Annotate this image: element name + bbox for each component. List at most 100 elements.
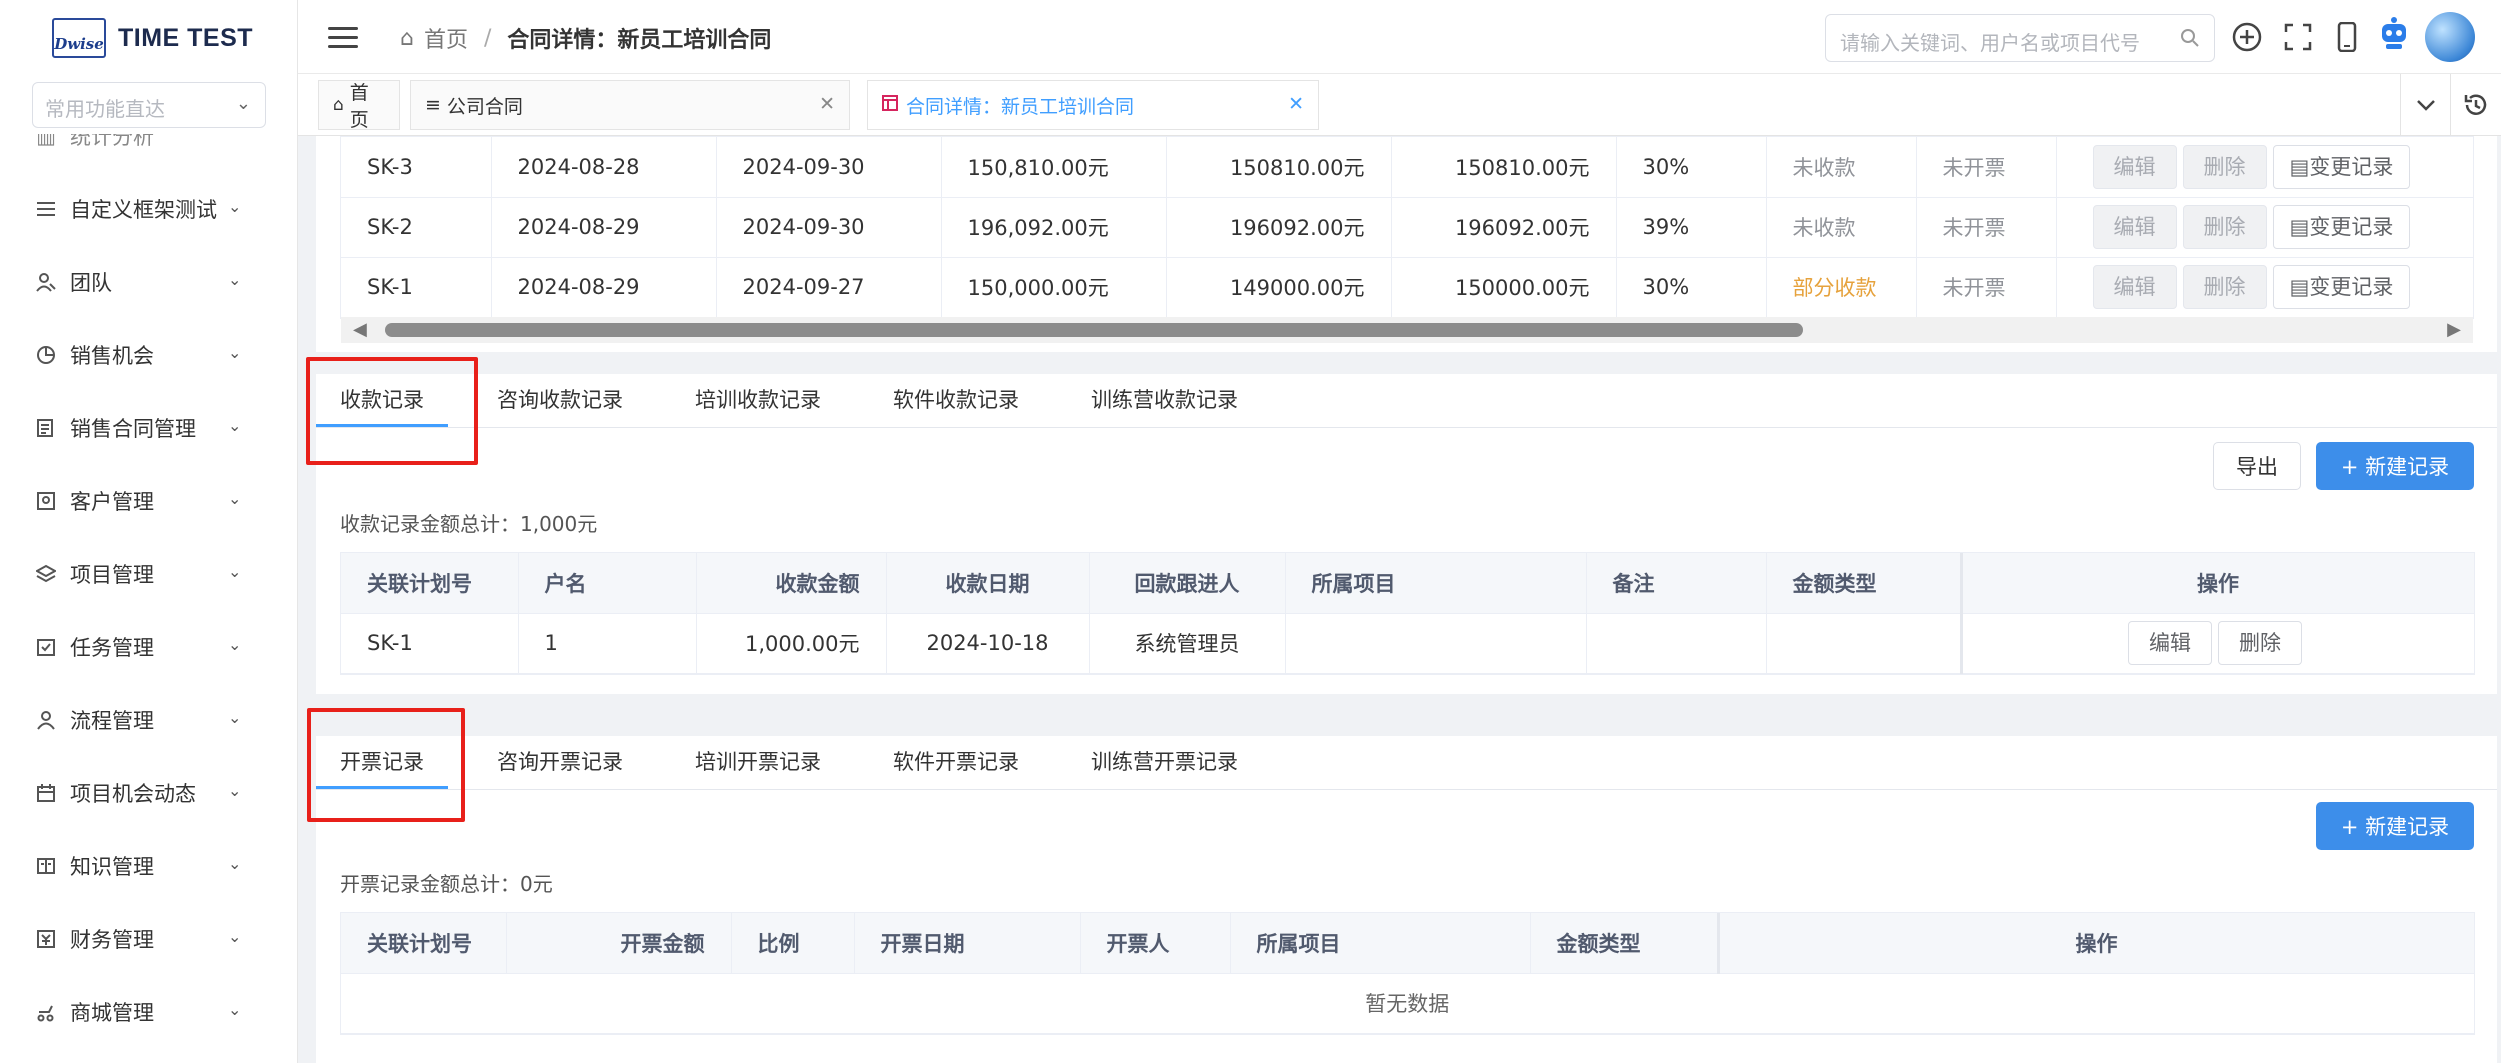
tab-consulting-receipt[interactable]: 咨询收款记录 — [497, 384, 623, 414]
fullscreen-icon[interactable] — [2281, 20, 2315, 54]
filter-icon: ≡ — [425, 94, 441, 116]
chevron-down-icon: ⌄ — [228, 635, 242, 654]
plan-start-date: 2024-08-28 — [491, 137, 717, 198]
new-invoice-button[interactable]: + 新建记录 — [2316, 802, 2474, 850]
tabs-dropdown-icon[interactable] — [2400, 74, 2450, 136]
col-date: 收款日期 — [886, 553, 1090, 614]
delete-button[interactable]: 删除 — [2182, 205, 2267, 249]
change-history-button[interactable]: ▤变更记录 — [2272, 205, 2411, 249]
sidebar-item-label: 商城管理 — [70, 1001, 154, 1025]
mobile-icon[interactable] — [2330, 20, 2364, 54]
chevron-down-icon: ⌄ — [228, 708, 242, 727]
col-plan: 关联计划号 — [341, 913, 507, 974]
chevron-down-icon: ⌄ — [228, 416, 242, 435]
contract-icon — [36, 418, 56, 438]
avatar[interactable] — [2425, 12, 2475, 62]
finance-icon — [36, 929, 56, 949]
logo-mark: Dwise — [52, 18, 106, 58]
tab-training-invoice[interactable]: 培训开票记录 — [695, 746, 821, 776]
plan-value-2: 150810.00元 — [1391, 137, 1617, 198]
sidebar-item-task[interactable]: 任务管理 ⌄ — [0, 627, 297, 667]
edit-button[interactable]: 编辑 — [2128, 621, 2212, 665]
sidebar-item-team[interactable]: 团队 ⌄ — [0, 262, 297, 302]
robot-icon[interactable] — [2377, 16, 2411, 50]
cell-remark — [1586, 613, 1767, 674]
search-icon[interactable] — [2180, 28, 2200, 53]
invoice-status: 未开票 — [1916, 257, 2057, 318]
plan-ratio: 39% — [1616, 197, 1767, 258]
sidebar-item-process[interactable]: 流程管理 ⌄ — [0, 700, 297, 740]
col-ratio: 比例 — [731, 913, 855, 974]
edit-button[interactable]: 编辑 — [2092, 265, 2177, 309]
add-circle-icon[interactable] — [2230, 20, 2264, 54]
sidebar-item-project-dynamics[interactable]: 项目机会动态 ⌄ — [0, 773, 297, 813]
shop-icon — [36, 1002, 56, 1022]
customer-icon — [36, 491, 56, 511]
cell-date: 2024-10-18 — [886, 613, 1090, 674]
breadcrumb: ⌂ 首页 / 合同详情：新员工培训合同 — [400, 22, 771, 54]
change-history-button[interactable]: ▤变更记录 — [2272, 144, 2411, 189]
quick-access-select[interactable]: 常用功能直达 ⌄ — [32, 82, 266, 128]
change-history-button[interactable]: ▤变更记录 — [2272, 265, 2411, 309]
sidebar-item-label: 客户管理 — [70, 490, 154, 514]
tab-software-invoice[interactable]: 软件开票记录 — [893, 746, 1019, 776]
receipt-tabs: 收款记录 咨询收款记录 培训收款记录 软件收款记录 训练营收款记录 — [316, 374, 2497, 428]
tab-contract-detail[interactable]: 合同详情：新员工培训合同 ✕ — [867, 80, 1319, 130]
invoice-tabs: 开票记录 咨询开票记录 培训开票记录 软件开票记录 训练营开票记录 — [316, 736, 2497, 790]
hamburger-icon[interactable] — [328, 27, 358, 49]
sidebar-item-finance[interactable]: 财务管理 ⌄ — [0, 919, 297, 959]
plan-amount: 150,810.00元 — [941, 137, 1167, 198]
sidebar-item-custom-frame[interactable]: 自定义框架测试 ⌄ — [0, 189, 297, 229]
tab-home[interactable]: ⌂ 首页 — [318, 80, 400, 131]
scroll-left-icon[interactable]: ◀ — [353, 319, 367, 340]
quick-access-placeholder: 常用功能直达 — [45, 97, 165, 121]
pay-status: 部分收款 — [1766, 257, 1917, 318]
plan-start-date: 2024-08-29 — [491, 197, 717, 258]
tab-camp-invoice[interactable]: 训练营开票记录 — [1091, 746, 1238, 776]
sidebar: Dwise TIME TEST 常用功能直达 ⌄ ▥ 统计分析 自定义框架测试 … — [0, 0, 298, 1063]
sidebar-item-knowledge[interactable]: 知识管理 ⌄ — [0, 846, 297, 886]
delete-button[interactable]: 删除 — [2182, 265, 2267, 309]
tab-camp-receipt[interactable]: 训练营收款记录 — [1091, 384, 1238, 414]
sidebar-item-sales-opportunity[interactable]: 销售机会 ⌄ — [0, 335, 297, 375]
search-input[interactable]: 请输入关键词、用户名或项目代号 — [1825, 14, 2215, 62]
pie-icon — [36, 345, 56, 365]
edit-button[interactable]: 编辑 — [2092, 205, 2177, 249]
sidebar-item-project[interactable]: 项目管理 ⌄ — [0, 554, 297, 594]
delete-button[interactable]: 删除 — [2182, 144, 2267, 189]
scrollbar-thumb[interactable] — [385, 323, 1803, 337]
horizontal-scrollbar[interactable]: ◀ ▶ — [341, 317, 2473, 343]
scroll-right-icon[interactable]: ▶ — [2447, 319, 2461, 340]
page-tabs-bar: ⌂ 首页 ≡ 公司合同 ✕ 合同详情：新员工培训合同 ✕ — [298, 74, 2501, 136]
close-icon[interactable]: ✕ — [1288, 93, 1304, 115]
col-actions: 操作 — [1959, 553, 2475, 614]
tab-consulting-invoice[interactable]: 咨询开票记录 — [497, 746, 623, 776]
tab-company-contract[interactable]: ≡ 公司合同 ✕ — [410, 80, 850, 130]
plan-ratio: 30% — [1616, 257, 1767, 318]
sidebar-item-sales-contract[interactable]: 销售合同管理 ⌄ — [0, 408, 297, 448]
delete-button[interactable]: 删除 — [2218, 621, 2302, 665]
sidebar-item-label: 自定义框架测试 — [70, 198, 217, 222]
tab-software-receipt[interactable]: 软件收款记录 — [893, 384, 1019, 414]
plan-value-1: 196092.00元 — [1166, 197, 1392, 258]
breadcrumb-home[interactable]: 首页 — [424, 22, 468, 54]
sidebar-item-shop[interactable]: 商城管理 ⌄ — [0, 992, 297, 1032]
new-receipt-button[interactable]: + 新建记录 — [2316, 442, 2474, 490]
home-icon: ⌂ — [400, 25, 414, 51]
edit-button[interactable]: 编辑 — [2092, 144, 2177, 189]
tab-training-receipt[interactable]: 培训收款记录 — [695, 384, 821, 414]
plan-value-2: 196092.00元 — [1391, 197, 1617, 258]
row-actions: 编辑 删除 ▤变更记录 — [2056, 137, 2474, 198]
cell-account-name: 1 — [518, 613, 697, 674]
chevron-down-icon: ⌄ — [228, 489, 242, 508]
layers-icon — [36, 564, 56, 584]
chevron-down-icon: ⌄ — [228, 343, 242, 362]
sidebar-item-customer[interactable]: 客户管理 ⌄ — [0, 481, 297, 521]
close-icon[interactable]: ✕ — [819, 93, 835, 115]
history-icon[interactable] — [2450, 74, 2500, 136]
export-button[interactable]: 导出 — [2213, 442, 2301, 490]
logo[interactable]: Dwise TIME TEST — [52, 18, 253, 58]
table-row: SK-3 2024-08-28 2024-09-30 150,810.00元 1… — [341, 137, 2474, 198]
document-icon: ▤ — [2289, 275, 2310, 299]
empty-text: 暂无数据 — [341, 973, 2475, 1034]
